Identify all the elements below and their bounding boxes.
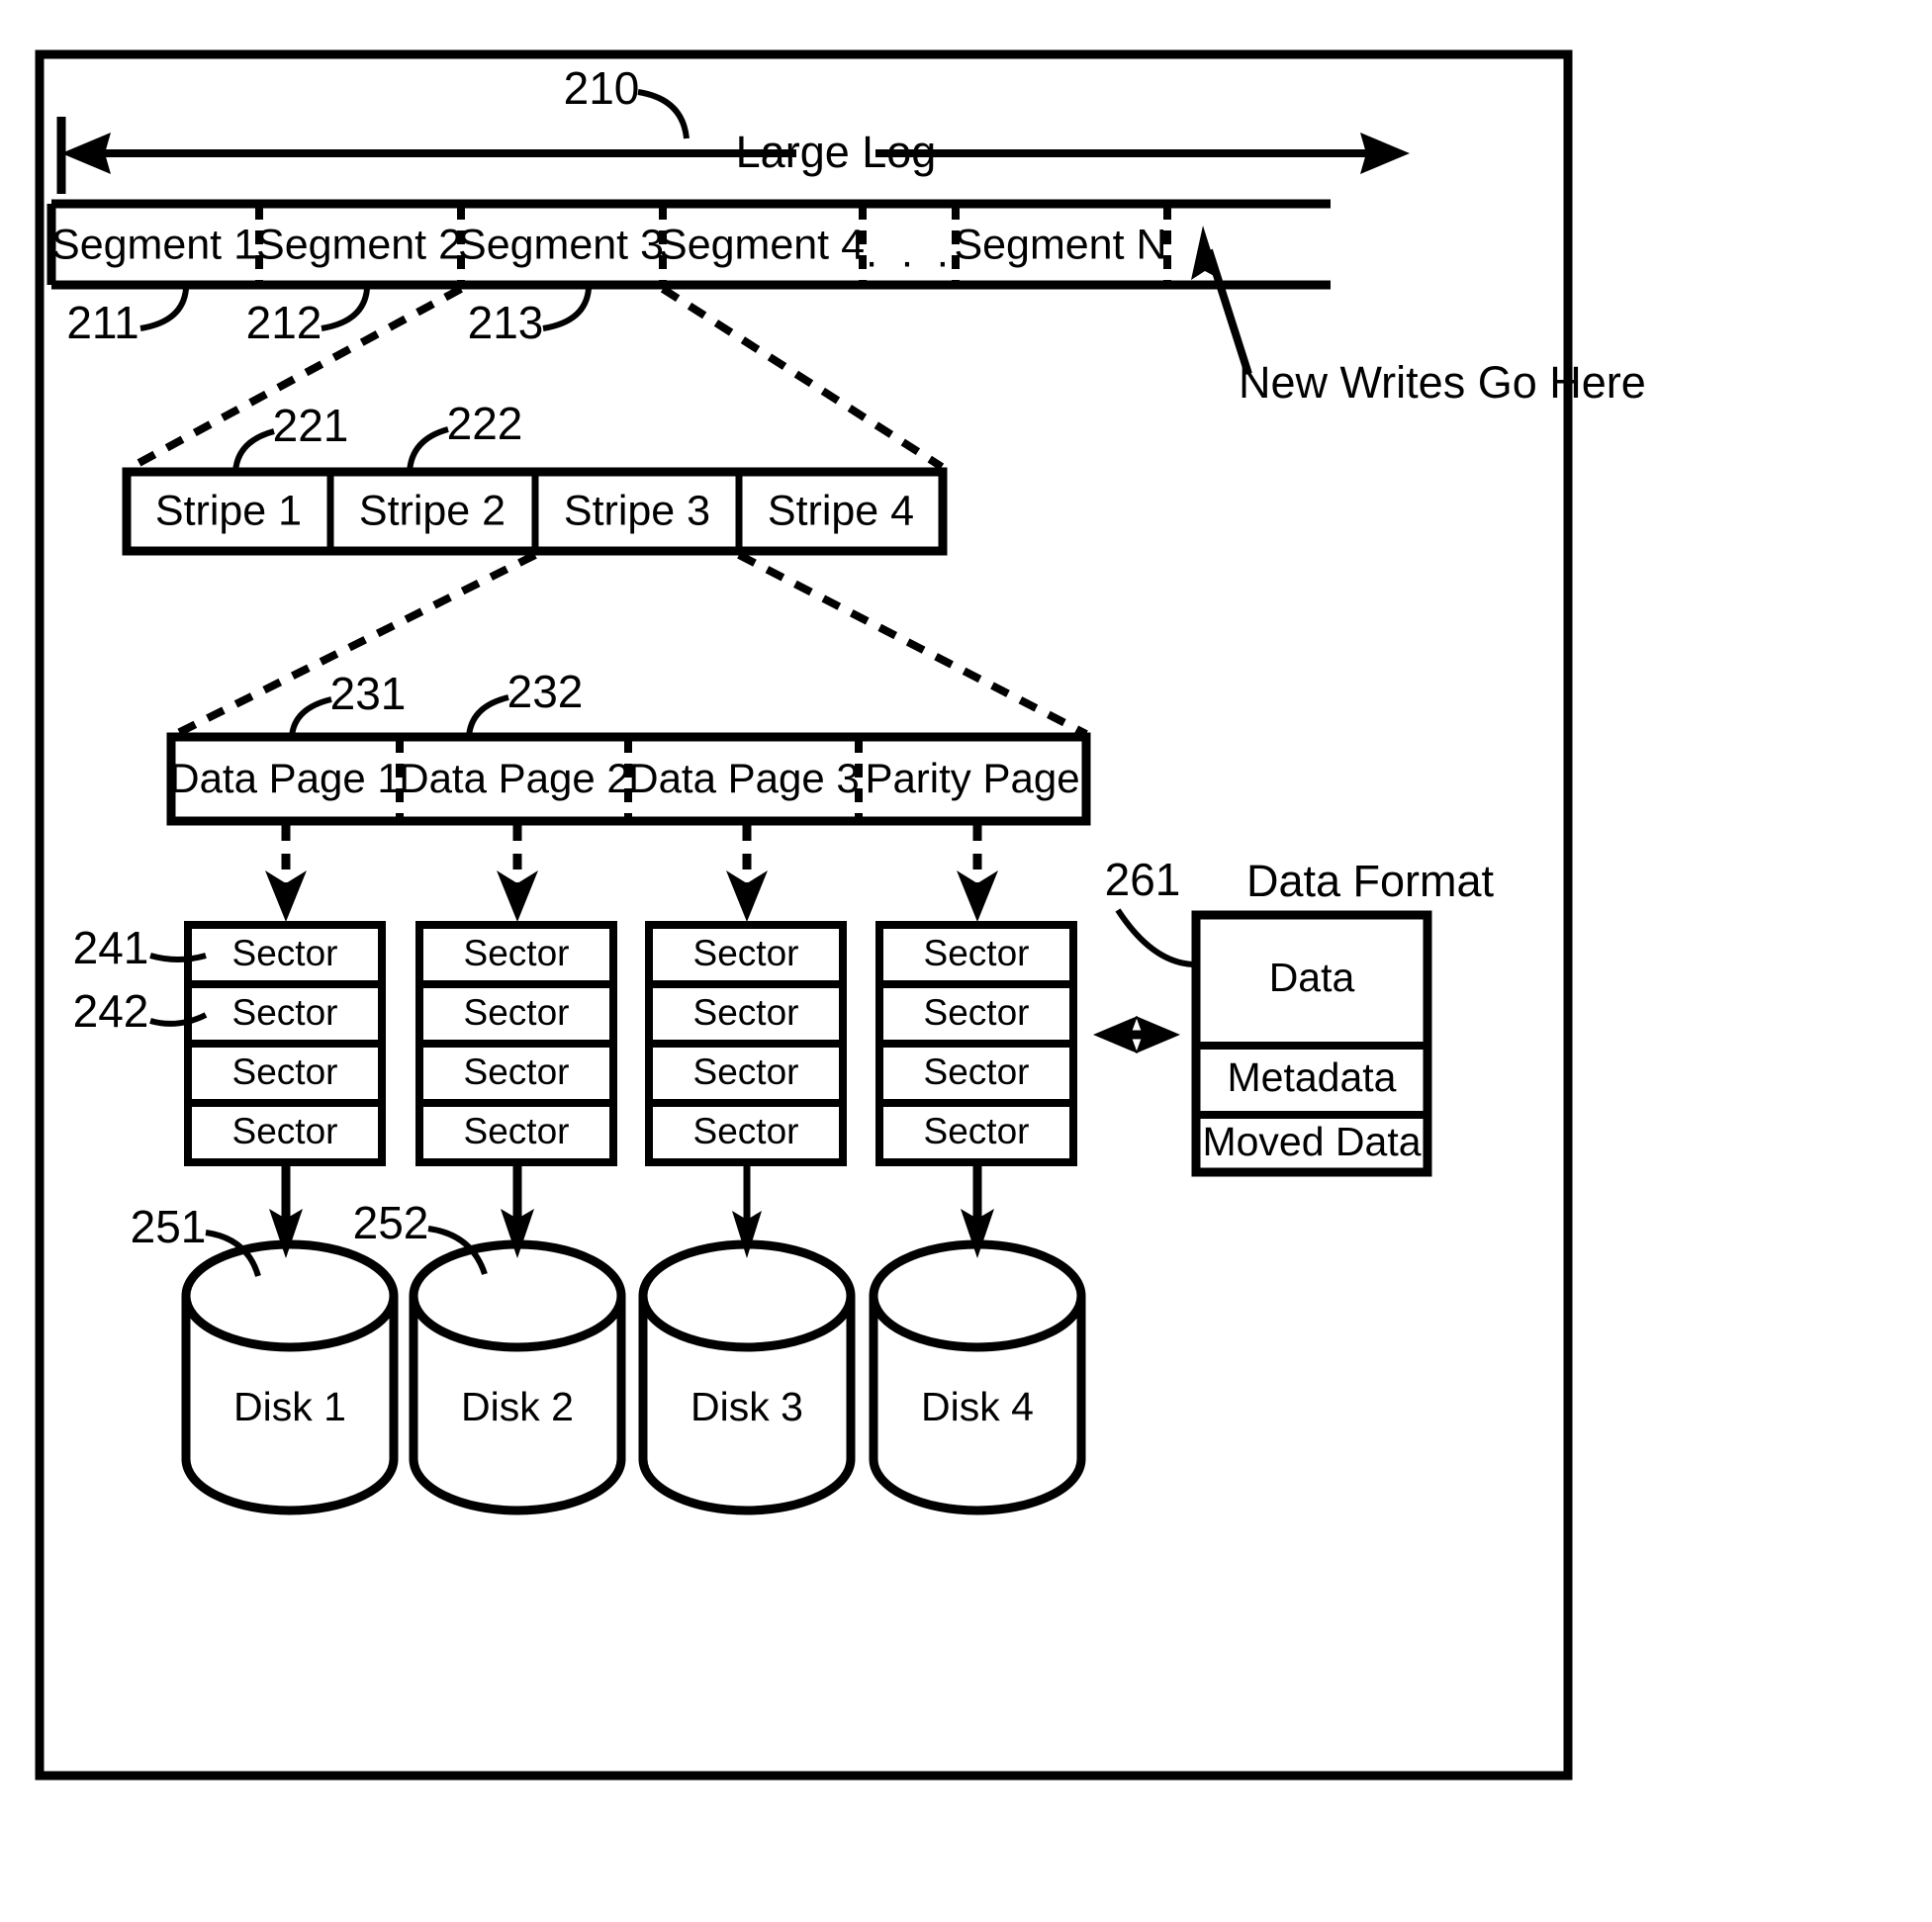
ref-210-label: 210 (564, 62, 640, 114)
log-span-right-arrowhead (1360, 133, 1410, 174)
ref-210-leader (637, 89, 690, 139)
segment-label-2: Segment 2 (256, 221, 462, 268)
page-to-sector-arrowhead-2 (497, 870, 538, 922)
sector-column-4: Sector Sector Sector Sector (875, 921, 1077, 1166)
page-to-sector-arrowhead-1 (265, 870, 307, 922)
data-format-row-data: Data (1269, 955, 1355, 1000)
sector-label: Sector (924, 933, 1030, 973)
sector-label: Sector (464, 1052, 570, 1092)
figure-canvas: Large Log 210 Segment 1 Segment 2 Segmen… (35, 49, 1646, 1781)
data-format-title: Data Format (1246, 856, 1495, 906)
ref-232-label: 232 (507, 666, 584, 717)
ref-221-leader (232, 428, 275, 473)
sector-label: Sector (693, 1052, 799, 1092)
ref-242-leader (149, 1012, 208, 1027)
sector-label: Sector (924, 992, 1030, 1033)
sector-label: Sector (464, 992, 570, 1033)
new-writes-label: New Writes Go Here (1239, 357, 1646, 408)
sector-label: Sector (693, 992, 799, 1033)
log-span-label: Large Log (736, 127, 937, 177)
page-to-sector-arrowhead-3 (726, 870, 768, 922)
page-label-2: Data Page 2 (399, 755, 630, 801)
ref-261-leader (1115, 908, 1197, 967)
stripe-label-3: Stripe 3 (564, 487, 710, 534)
ref-221-label: 221 (273, 400, 349, 451)
sector-column-3: Sector Sector Sector Sector (645, 921, 847, 1166)
ref-231-label: 231 (330, 668, 407, 719)
page-label-3: Data Page 3 (628, 755, 860, 801)
sector-label: Sector (464, 933, 570, 973)
segment-label-n: Segment N (954, 221, 1166, 268)
sector-label: Sector (693, 933, 799, 973)
patent-figure: Large Log 210 Segment 1 Segment 2 Segmen… (0, 0, 1932, 1922)
disk-cylinder-1: Disk 1 (181, 1239, 399, 1515)
ref-252-label: 252 (353, 1197, 429, 1248)
segment-label-1: Segment 1 (51, 221, 257, 268)
ref-261-label: 261 (1105, 854, 1181, 905)
disk-top (869, 1239, 1086, 1352)
disk-top (181, 1239, 399, 1352)
sector-label: Sector (232, 992, 338, 1033)
sector-label: Sector (232, 1111, 338, 1151)
segment-label-3: Segment 3 (458, 221, 664, 268)
page-to-sector-arrowhead-4 (957, 870, 998, 922)
sector-label: Sector (924, 1052, 1030, 1092)
ref-232-leader (466, 694, 509, 738)
ref-222-leader (407, 426, 449, 473)
disk-top (409, 1239, 626, 1352)
sector-column-2: Sector Sector Sector Sector (415, 921, 617, 1166)
disk-label: Disk 1 (233, 1384, 346, 1429)
data-format-row-moved-data: Moved Data (1202, 1119, 1421, 1164)
ref-241-label: 241 (73, 922, 149, 973)
fan-stripe-to-page-right (737, 551, 1088, 738)
disk-top (638, 1239, 856, 1352)
ref-251-label: 251 (131, 1201, 207, 1252)
disk-label: Disk 3 (690, 1384, 803, 1429)
sector-label: Sector (693, 1111, 799, 1151)
sector-label: Sector (232, 1052, 338, 1092)
segment-label-4: Segment 4 (659, 221, 865, 268)
new-writes-arrowhead (1191, 226, 1220, 280)
disk-cylinder-4: Disk 4 (869, 1239, 1086, 1515)
ref-241-leader (149, 953, 207, 962)
fan-segment-to-stripe-right (660, 285, 945, 471)
ref-231-leader (289, 696, 332, 738)
data-format-row-metadata: Metadata (1228, 1054, 1397, 1100)
page-label-1: Data Page 1 (169, 755, 401, 801)
ref-211-label: 211 (66, 297, 138, 348)
ref-242-label: 242 (73, 985, 149, 1037)
disk-cylinder-2: Disk 2 (409, 1239, 626, 1515)
stripe-label-1: Stripe 1 (155, 487, 302, 534)
ref-211-leader (139, 288, 189, 331)
sector-label: Sector (464, 1111, 570, 1151)
disk-label: Disk 2 (461, 1384, 574, 1429)
log-span-left-arrowhead (61, 133, 111, 174)
disk-cylinder-3: Disk 3 (638, 1239, 856, 1515)
ref-212-leader (321, 288, 370, 331)
sector-column-1: Sector Sector Sector Sector (184, 921, 386, 1166)
segment-label-ellipsis: . . . (866, 229, 955, 276)
ref-213-leader (542, 288, 592, 331)
page-label-parity: Parity Page (865, 755, 1079, 801)
disk-label: Disk 4 (921, 1384, 1034, 1429)
stripe-label-4: Stripe 4 (768, 487, 914, 534)
sector-label: Sector (232, 933, 338, 973)
ref-222-label: 222 (447, 398, 523, 449)
ref-212-label: 212 (246, 297, 322, 348)
ref-213-label: 213 (468, 297, 544, 348)
stripe-label-2: Stripe 2 (359, 487, 506, 534)
sector-label: Sector (924, 1111, 1030, 1151)
